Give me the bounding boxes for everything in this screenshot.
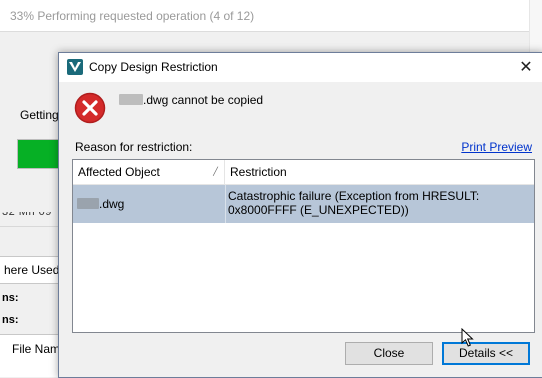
restriction-column-header[interactable]: Restriction xyxy=(225,160,534,184)
restriction-header-label: Restriction xyxy=(230,165,287,179)
redacted-filename xyxy=(119,94,143,105)
affected-object-header-label: Affected Object xyxy=(78,165,160,179)
column-separator xyxy=(225,185,226,223)
error-message-text: .dwg cannot be copied xyxy=(143,93,264,107)
redacted-object-name xyxy=(77,198,99,209)
table-header: Affected Object ╱ Restriction xyxy=(73,160,534,185)
background-titlebar: 33% Performing requested operation (4 of… xyxy=(0,0,530,32)
sort-icon: ╱ xyxy=(213,167,218,176)
close-icon[interactable]: ✕ xyxy=(509,53,542,82)
details-button[interactable]: Details << xyxy=(442,342,530,365)
reason-label: Reason for restriction: xyxy=(75,140,193,154)
progress-bar xyxy=(17,139,63,169)
background-field-label-1: ns: xyxy=(2,292,19,304)
affected-object-cell: .dwg xyxy=(77,185,223,223)
autodesk-vault-icon xyxy=(67,59,83,75)
tab-where-used-label: here Used xyxy=(4,263,60,277)
error-message: .dwg cannot be copied xyxy=(119,93,263,107)
mouse-cursor-icon xyxy=(461,328,474,347)
affected-object-column-header[interactable]: Affected Object ╱ xyxy=(73,160,225,184)
background-file-list: File Nam xyxy=(0,334,62,377)
background-title: 33% Performing requested operation (4 of… xyxy=(10,9,255,23)
dialog-title: Copy Design Restriction xyxy=(89,60,218,74)
tab-where-used[interactable]: here Used xyxy=(0,256,61,284)
error-icon xyxy=(74,92,106,124)
table-row[interactable]: .dwg Catastrophic failure (Exception fro… xyxy=(73,185,534,223)
background-meta-text: 32 Mh 09 xyxy=(2,206,52,218)
close-button[interactable]: Close xyxy=(345,342,433,365)
getting-label: Getting xyxy=(20,108,59,122)
affected-object-text: .dwg xyxy=(99,197,125,211)
restriction-cell: Catastrophic failure (Exception from HRE… xyxy=(228,189,480,217)
dialog-titlebar: Copy Design Restriction ✕ xyxy=(59,53,542,82)
restriction-table: Affected Object ╱ Restriction .dwg Catas… xyxy=(72,159,535,333)
file-name-column-header[interactable]: File Nam xyxy=(12,342,60,356)
print-preview-link[interactable]: Print Preview xyxy=(461,140,532,154)
background-field-label-2: ns: xyxy=(2,314,19,326)
